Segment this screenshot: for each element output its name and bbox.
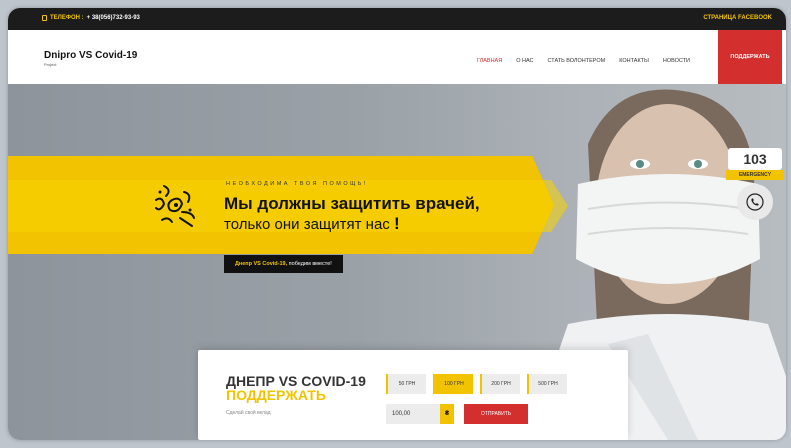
support-button[interactable]: ПОДДЕРЖАТЬ (718, 30, 782, 84)
donation-title-accent: ПОДДЕРЖАТЬ (226, 387, 326, 403)
menu: ГЛАВНАЯ О НАС СТАТЬ ВОЛОНТЕРОМ КОНТАКТЫ … (477, 58, 690, 64)
emergency-widget[interactable]: 103 EMERGENCY (726, 148, 784, 232)
amount-options: 50 ГРН 100 ГРН 200 ГРН 500 ГРН (386, 374, 567, 394)
nav-item-home[interactable]: ГЛАВНАЯ (477, 58, 502, 64)
amount-option[interactable]: 50 ГРН (386, 374, 426, 394)
hero-subheadline-text: только они защитят нас (224, 216, 390, 233)
main-nav: Dnipro VS Covid-19 Project ГЛАВНАЯ О НАС… (8, 30, 786, 84)
amount-input[interactable]: 100,00 (386, 404, 440, 424)
nav-item-contacts[interactable]: КОНТАКТЫ (619, 58, 649, 64)
nav-item-about[interactable]: О НАС (516, 58, 533, 64)
amount-option-selected[interactable]: 100 ГРН (433, 374, 473, 394)
phone-number[interactable]: + 38(056)732-93-93 (87, 15, 140, 21)
phone-icon (746, 193, 764, 211)
donation-subtitle: Сделай свой вклад (226, 410, 271, 416)
brand-subtitle: Project (44, 62, 57, 67)
donation-panel: ДНЕПР VS COVID-19 ПОДДЕРЖАТЬ Сделай свой… (198, 350, 628, 440)
hero-cta-brand: Днепр VS Covid-19, (235, 261, 288, 267)
hero-subheadline: только они защитят нас ! (224, 215, 400, 234)
browser-frame: ТЕЛЕФОН : + 38(056)732-93-93 СТРАНИЦА FA… (8, 8, 786, 440)
emergency-call-button[interactable] (737, 184, 773, 220)
emergency-number: 103 (728, 148, 782, 170)
facebook-link[interactable]: СТРАНИЦА FACEBOOK (703, 15, 772, 21)
phone-icon (42, 15, 47, 21)
phone-label: ТЕЛЕФОН : (50, 15, 84, 21)
hero-subheadline-mark: ! (393, 214, 400, 233)
emergency-label: EMERGENCY (726, 170, 784, 180)
hero-cta-text: победим вместе! (287, 261, 332, 267)
amount-option[interactable]: 500 ГРН (527, 374, 567, 394)
pay-button[interactable]: ОТПРАВИТЬ (464, 404, 528, 424)
nav-item-news[interactable]: НОВОСТИ (663, 58, 690, 64)
virus-icon (155, 185, 195, 227)
amount-option[interactable]: 200 ГРН (480, 374, 520, 394)
phone-info: ТЕЛЕФОН : + 38(056)732-93-93 (42, 15, 140, 21)
top-bar: ТЕЛЕФОН : + 38(056)732-93-93 СТРАНИЦА FA… (8, 8, 786, 30)
brand-logo[interactable]: Dnipro VS Covid-19 Project (44, 50, 137, 67)
hero-cta[interactable]: Днепр VS Covid-19, победим вместе! (224, 255, 343, 273)
hero-headline: Мы должны защитить врачей, (224, 194, 480, 213)
brand-title: Dnipro VS Covid-19 (44, 50, 138, 61)
currency-symbol: ₴ (440, 404, 454, 424)
donation-title: ДНЕПР VS COVID-19 ПОДДЕРЖАТЬ (226, 374, 376, 402)
nav-item-volunteer[interactable]: СТАТЬ ВОЛОНТЕРОМ (548, 58, 606, 64)
hero-kicker: НЕОБХОДИМА ТВОЯ ПОМОЩЬ! (226, 181, 368, 187)
